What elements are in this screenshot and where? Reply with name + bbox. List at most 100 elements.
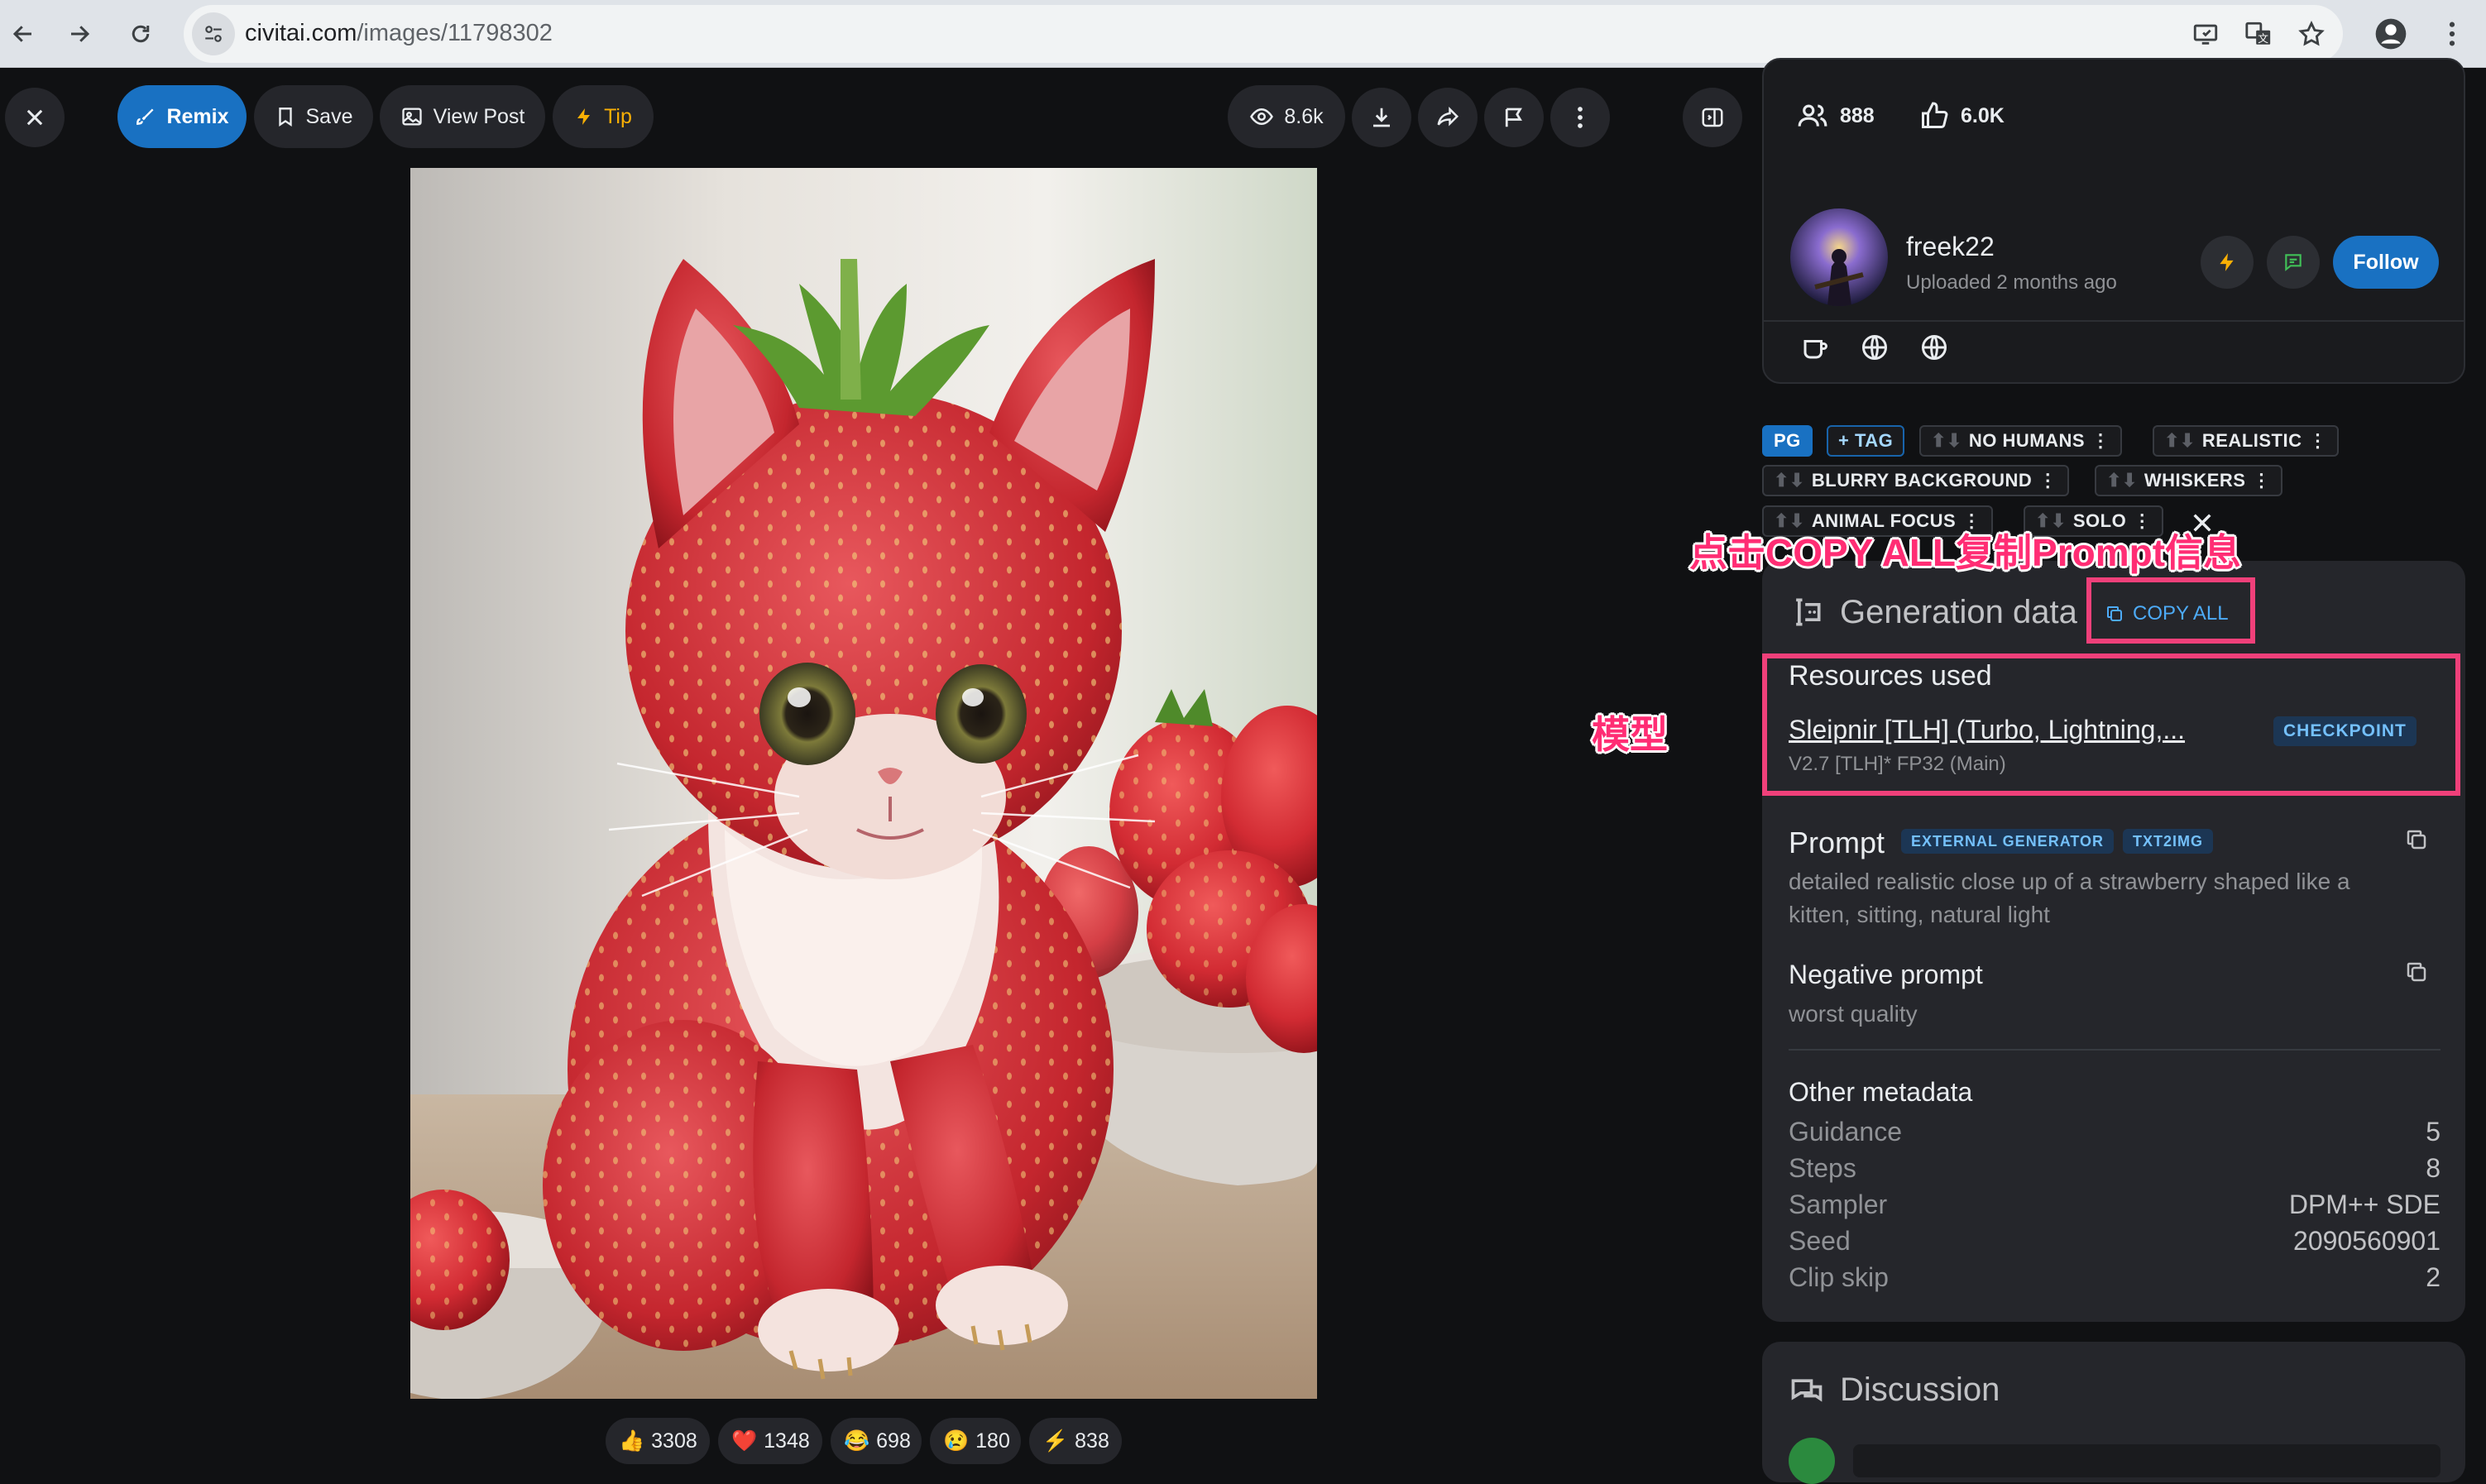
browser-menu-icon[interactable] bbox=[2432, 14, 2472, 54]
tag-menu-icon[interactable]: ⋮ bbox=[2309, 430, 2328, 452]
tag-label: NO HUMANS bbox=[1968, 430, 2086, 451]
metadata-row: Guidance 5 bbox=[1789, 1117, 2440, 1150]
likes-count: 6.0K bbox=[1961, 103, 2005, 127]
eye-icon bbox=[1250, 108, 1274, 126]
followers-stat: 888 bbox=[1797, 88, 1875, 144]
cast-icon[interactable] bbox=[2186, 14, 2225, 54]
negative-prompt-title: Negative prompt bbox=[1789, 960, 1983, 989]
remix-button[interactable]: Remix bbox=[117, 85, 247, 148]
tag-label: BLURRY BACKGROUND bbox=[1811, 470, 2033, 491]
divider bbox=[1764, 320, 2464, 322]
copy-negative-icon[interactable] bbox=[2404, 960, 2429, 984]
follow-button[interactable]: Follow bbox=[2333, 236, 2439, 289]
creator-name[interactable]: freek22 bbox=[1906, 232, 1995, 262]
coffee-link-icon[interactable] bbox=[1800, 333, 1830, 362]
forward-icon[interactable] bbox=[60, 14, 99, 54]
site-settings-icon[interactable] bbox=[192, 12, 235, 55]
cry-icon: 😢 bbox=[943, 1429, 970, 1453]
metadata-label: Steps bbox=[1789, 1153, 1856, 1183]
commenter-avatar[interactable] bbox=[1789, 1438, 1835, 1484]
reaction-cry[interactable]: 😢 180 bbox=[930, 1418, 1021, 1464]
metadata-row: Sampler DPM++ SDE bbox=[1789, 1190, 2440, 1223]
profile-icon[interactable] bbox=[2371, 14, 2411, 54]
bookmark-star-icon[interactable] bbox=[2292, 14, 2331, 54]
bolt-icon bbox=[577, 108, 591, 125]
upload-time: Uploaded 2 months ago bbox=[1906, 271, 2117, 294]
download-button[interactable] bbox=[1352, 88, 1411, 147]
prompt-text-line: kitten, sitting, natural light bbox=[1789, 902, 2050, 927]
views-count: 8.6k bbox=[1228, 85, 1345, 148]
metadata-label: Clip skip bbox=[1789, 1262, 1889, 1292]
vote-arrows-icon[interactable]: ⬆⬇ bbox=[2164, 430, 2196, 452]
toggle-sidebar-button[interactable] bbox=[1683, 88, 1742, 147]
avatar[interactable] bbox=[1790, 208, 1888, 306]
tag-chip[interactable]: ⬆⬇ BLURRY BACKGROUND ⋮ bbox=[1762, 465, 2069, 496]
metadata-row: Clip skip 2 bbox=[1789, 1262, 2440, 1295]
share-button[interactable] bbox=[1418, 88, 1478, 147]
close-button[interactable] bbox=[5, 88, 65, 147]
reaction-like[interactable]: 👍 3308 bbox=[606, 1418, 710, 1464]
tag-menu-icon[interactable]: ⋮ bbox=[2091, 430, 2110, 452]
metadata-value: 2090560901 bbox=[2293, 1226, 2440, 1256]
copy-all-annotation: 点击COPY ALL复制Prompt信息 bbox=[1689, 531, 2242, 574]
discussion-icon bbox=[1789, 1373, 1825, 1410]
add-tag-button[interactable]: + TAG bbox=[1827, 425, 1905, 457]
report-button[interactable] bbox=[1484, 88, 1544, 147]
divider bbox=[1789, 1049, 2440, 1051]
copy-all-highlight bbox=[2086, 577, 2255, 644]
main-image[interactable] bbox=[410, 168, 1317, 1399]
download-icon bbox=[1373, 108, 1390, 127]
rating-tag[interactable]: PG bbox=[1762, 425, 1813, 457]
prompt-source-badge: EXTERNAL GENERATOR bbox=[1901, 829, 2115, 854]
vote-arrows-icon[interactable]: ⬆⬇ bbox=[2106, 470, 2138, 491]
metadata-row: Steps 8 bbox=[1789, 1153, 2440, 1186]
reaction-count: 1348 bbox=[764, 1429, 810, 1453]
thumbs-up-icon: 👍 bbox=[619, 1429, 645, 1453]
reaction-count: 180 bbox=[975, 1429, 1010, 1453]
reload-icon[interactable] bbox=[121, 14, 160, 54]
address-bar[interactable]: civitai.com/images/11798302 文 bbox=[184, 5, 2343, 63]
more-options-button[interactable] bbox=[1550, 88, 1610, 147]
share-icon bbox=[1437, 106, 1459, 127]
remix-label: Remix bbox=[166, 104, 229, 128]
metadata-row: Seed 2090560901 bbox=[1789, 1226, 2440, 1259]
tag-menu-icon[interactable]: ⋮ bbox=[2252, 470, 2271, 491]
metadata-value: 2 bbox=[2426, 1262, 2440, 1292]
tag-menu-icon[interactable]: ⋮ bbox=[2038, 470, 2057, 491]
bolt-icon: ⚡ bbox=[1042, 1429, 1069, 1453]
tag-chip[interactable]: ⬆⬇ WHISKERS ⋮ bbox=[2095, 465, 2282, 496]
reaction-heart[interactable]: ❤️ 1348 bbox=[718, 1418, 822, 1464]
back-icon[interactable] bbox=[3, 14, 43, 54]
brush-icon bbox=[137, 108, 154, 125]
tip-creator-button[interactable] bbox=[2201, 236, 2254, 289]
more-vertical-icon bbox=[1578, 107, 1583, 128]
tag-chip[interactable]: ⬆⬇ REALISTIC ⋮ bbox=[2153, 425, 2339, 457]
vote-arrows-icon[interactable]: ⬆⬇ bbox=[1774, 470, 1805, 491]
views-label: 8.6k bbox=[1284, 104, 1324, 128]
comment-input[interactable] bbox=[1853, 1444, 2440, 1477]
message-button[interactable] bbox=[2267, 236, 2320, 289]
translate-icon[interactable]: 文 bbox=[2239, 14, 2278, 54]
globe-link-icon[interactable] bbox=[1860, 333, 1890, 362]
globe-link-icon[interactable] bbox=[1919, 333, 1949, 362]
tip-label: Tip bbox=[604, 104, 632, 128]
save-button[interactable]: Save bbox=[254, 85, 373, 148]
tag-chip[interactable]: ⬆⬇ NO HUMANS ⋮ bbox=[1919, 425, 2122, 457]
copy-prompt-icon[interactable] bbox=[2404, 827, 2429, 852]
bolt-icon bbox=[2220, 253, 2234, 271]
model-annotation: 模型 bbox=[1592, 713, 1668, 756]
reaction-buzz[interactable]: ⚡ 838 bbox=[1029, 1418, 1122, 1464]
reaction-laugh[interactable]: 😂 698 bbox=[831, 1418, 922, 1464]
generation-data-icon bbox=[1789, 594, 1825, 630]
vote-arrows-icon[interactable]: ⬆⬇ bbox=[1931, 430, 1962, 452]
reaction-count: 838 bbox=[1075, 1429, 1109, 1453]
flag-icon bbox=[1505, 108, 1522, 127]
reaction-count: 698 bbox=[876, 1429, 911, 1453]
laugh-icon: 😂 bbox=[844, 1429, 870, 1453]
other-metadata-title: Other metadata bbox=[1789, 1077, 1973, 1107]
followers-count: 888 bbox=[1840, 103, 1875, 127]
view-post-button[interactable]: View Post bbox=[380, 85, 545, 148]
svg-text:文: 文 bbox=[2258, 33, 2268, 45]
tip-button[interactable]: Tip bbox=[553, 85, 654, 148]
save-label: Save bbox=[305, 104, 353, 128]
